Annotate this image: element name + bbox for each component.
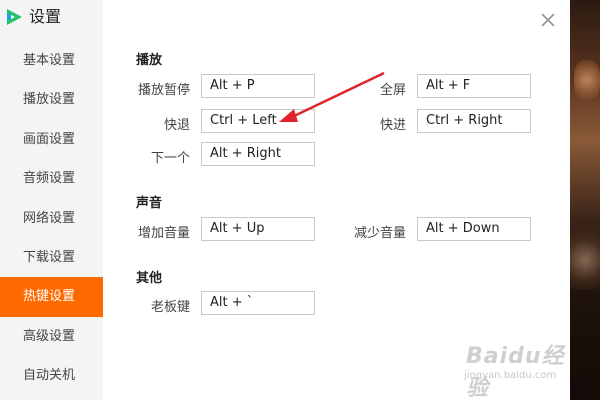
forward-label: 快进 — [379, 118, 406, 133]
play-pause-hotkey-field[interactable]: Alt + P — [201, 74, 315, 98]
app-title: 设置 — [29, 7, 62, 26]
volume-up-label: 增加音量 — [137, 226, 190, 241]
section-title-sound: 声音 — [136, 196, 163, 211]
play-pause-label: 播放暂停 — [137, 83, 190, 98]
volume-up-hotkey-field[interactable]: Alt + Up — [201, 217, 315, 241]
sidebar-item-picture[interactable]: 画面设置 — [0, 120, 103, 159]
sidebar-item-playback[interactable]: 播放设置 — [0, 80, 103, 119]
sidebar-nav: 基本设置 播放设置 画面设置 音频设置 网络设置 下载设置 热键设置 高级设置 … — [0, 41, 103, 396]
sidebar-item-advanced[interactable]: 高级设置 — [0, 317, 103, 356]
boss-key-label: 老板键 — [150, 300, 190, 315]
rewind-label: 快退 — [163, 118, 190, 133]
close-icon[interactable] — [538, 10, 558, 30]
app-header: 设置 — [0, 0, 103, 36]
section-title-playback: 播放 — [136, 53, 163, 68]
fullscreen-label: 全屏 — [379, 83, 406, 98]
sidebar-item-download[interactable]: 下载设置 — [0, 238, 103, 277]
rewind-hotkey-field[interactable]: Ctrl + Left — [201, 109, 315, 133]
tencent-video-logo-icon — [7, 9, 22, 25]
next-label: 下一个 — [150, 151, 190, 166]
boss-key-hotkey-field[interactable]: Alt + ` — [201, 291, 315, 315]
section-title-other: 其他 — [136, 271, 163, 286]
sidebar-item-hotkeys[interactable]: 热键设置 — [0, 277, 103, 317]
sidebar-item-basic[interactable]: 基本设置 — [0, 41, 103, 80]
watermark: Baidu经验 jingyan.baidu.com — [448, 330, 578, 401]
fullscreen-hotkey-field[interactable]: Alt + F — [417, 74, 531, 98]
watermark-sub-text: jingyan.baidu.com — [464, 370, 557, 381]
forward-hotkey-field[interactable]: Ctrl + Right — [417, 109, 531, 133]
sidebar-item-network[interactable]: 网络设置 — [0, 199, 103, 238]
sidebar: 设置 基本设置 播放设置 画面设置 音频设置 网络设置 下载设置 热键设置 高级… — [0, 0, 103, 400]
sidebar-item-audio[interactable]: 音频设置 — [0, 159, 103, 198]
sidebar-item-auto-shutdown[interactable]: 自动关机 — [0, 356, 103, 395]
volume-down-hotkey-field[interactable]: Alt + Down — [417, 217, 531, 241]
volume-down-label: 减少音量 — [353, 226, 406, 241]
next-hotkey-field[interactable]: Alt + Right — [201, 142, 315, 166]
